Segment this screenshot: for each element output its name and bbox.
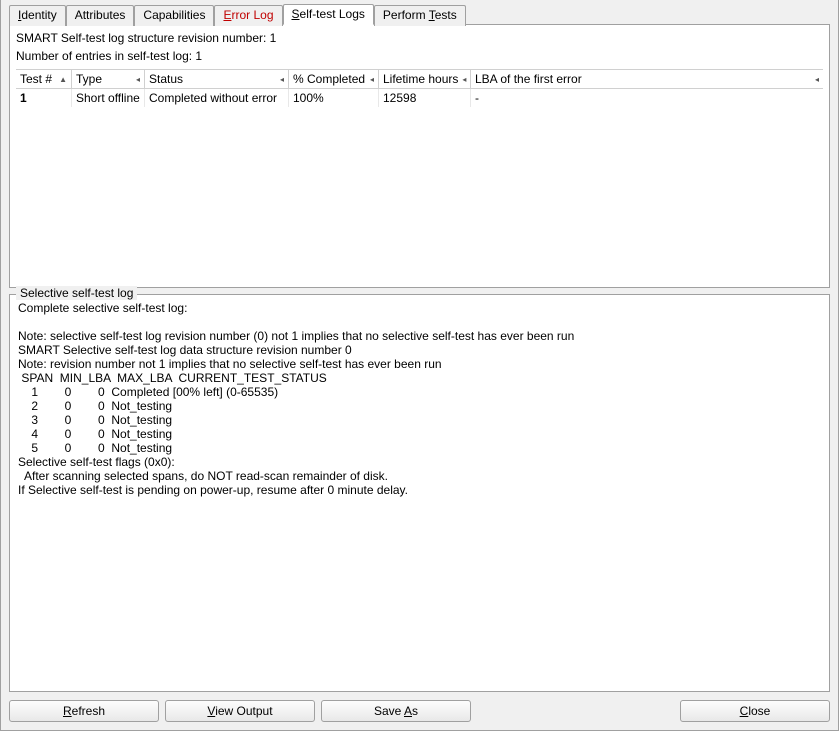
cell-test-num: 1 xyxy=(16,89,72,107)
group-title: Selective self-test log xyxy=(16,286,137,300)
col-pct[interactable]: % Completed◂ xyxy=(289,70,379,88)
tab-self-test-logs[interactable]: Self-test Logs xyxy=(283,4,374,25)
table-header-row: Test #▲ Type◂ Status◂ % Completed◂ Lifet… xyxy=(16,69,823,89)
entries-line: Number of entries in self-test log: 1 xyxy=(16,47,823,65)
tab-bar: Identity Attributes Capabilities Error L… xyxy=(9,4,830,25)
cell-lifetime: 12598 xyxy=(379,89,471,107)
save-as-button[interactable]: Save As xyxy=(321,700,471,722)
close-button[interactable]: Close xyxy=(680,700,830,722)
selective-self-test-group: Selective self-test log Complete selecti… xyxy=(9,294,830,692)
cell-pct: 100% xyxy=(289,89,379,107)
view-output-button[interactable]: View Output xyxy=(165,700,315,722)
tab-attributes[interactable]: Attributes xyxy=(66,5,135,26)
tab-identity[interactable]: Identity xyxy=(9,5,66,26)
col-lifetime[interactable]: Lifetime hours◂ xyxy=(379,70,471,88)
tab-error-log[interactable]: Error Log xyxy=(214,5,282,26)
cell-type: Short offline xyxy=(72,89,145,107)
sort-icon: ◂ xyxy=(370,75,374,84)
sort-icon: ◂ xyxy=(280,75,284,84)
button-row: Refresh View Output Save As Close xyxy=(9,700,830,722)
self-test-table: Test #▲ Type◂ Status◂ % Completed◂ Lifet… xyxy=(16,69,823,287)
col-status[interactable]: Status◂ xyxy=(145,70,289,88)
self-test-panel: SMART Self-test log structure revision n… xyxy=(9,24,830,288)
tab-perform-tests[interactable]: Perform Tests xyxy=(374,5,466,26)
revision-line: SMART Self-test log structure revision n… xyxy=(16,29,823,47)
sort-icon: ◂ xyxy=(136,75,140,84)
col-lba[interactable]: LBA of the first error◂ xyxy=(471,70,823,88)
col-test-num[interactable]: Test #▲ xyxy=(16,70,72,88)
sort-icon: ◂ xyxy=(815,75,819,84)
cell-status: Completed without error xyxy=(145,89,289,107)
table-row[interactable]: 1 Short offline Completed without error … xyxy=(16,89,823,107)
sort-asc-icon: ▲ xyxy=(59,75,67,84)
refresh-button[interactable]: Refresh xyxy=(9,700,159,722)
col-type[interactable]: Type◂ xyxy=(72,70,145,88)
cell-lba: - xyxy=(471,89,823,107)
tab-capabilities[interactable]: Capabilities xyxy=(134,5,214,26)
window: Identity Attributes Capabilities Error L… xyxy=(0,0,839,731)
sort-icon: ◂ xyxy=(462,75,466,84)
selective-log-text: Complete selective self-test log: Note: … xyxy=(10,297,829,691)
